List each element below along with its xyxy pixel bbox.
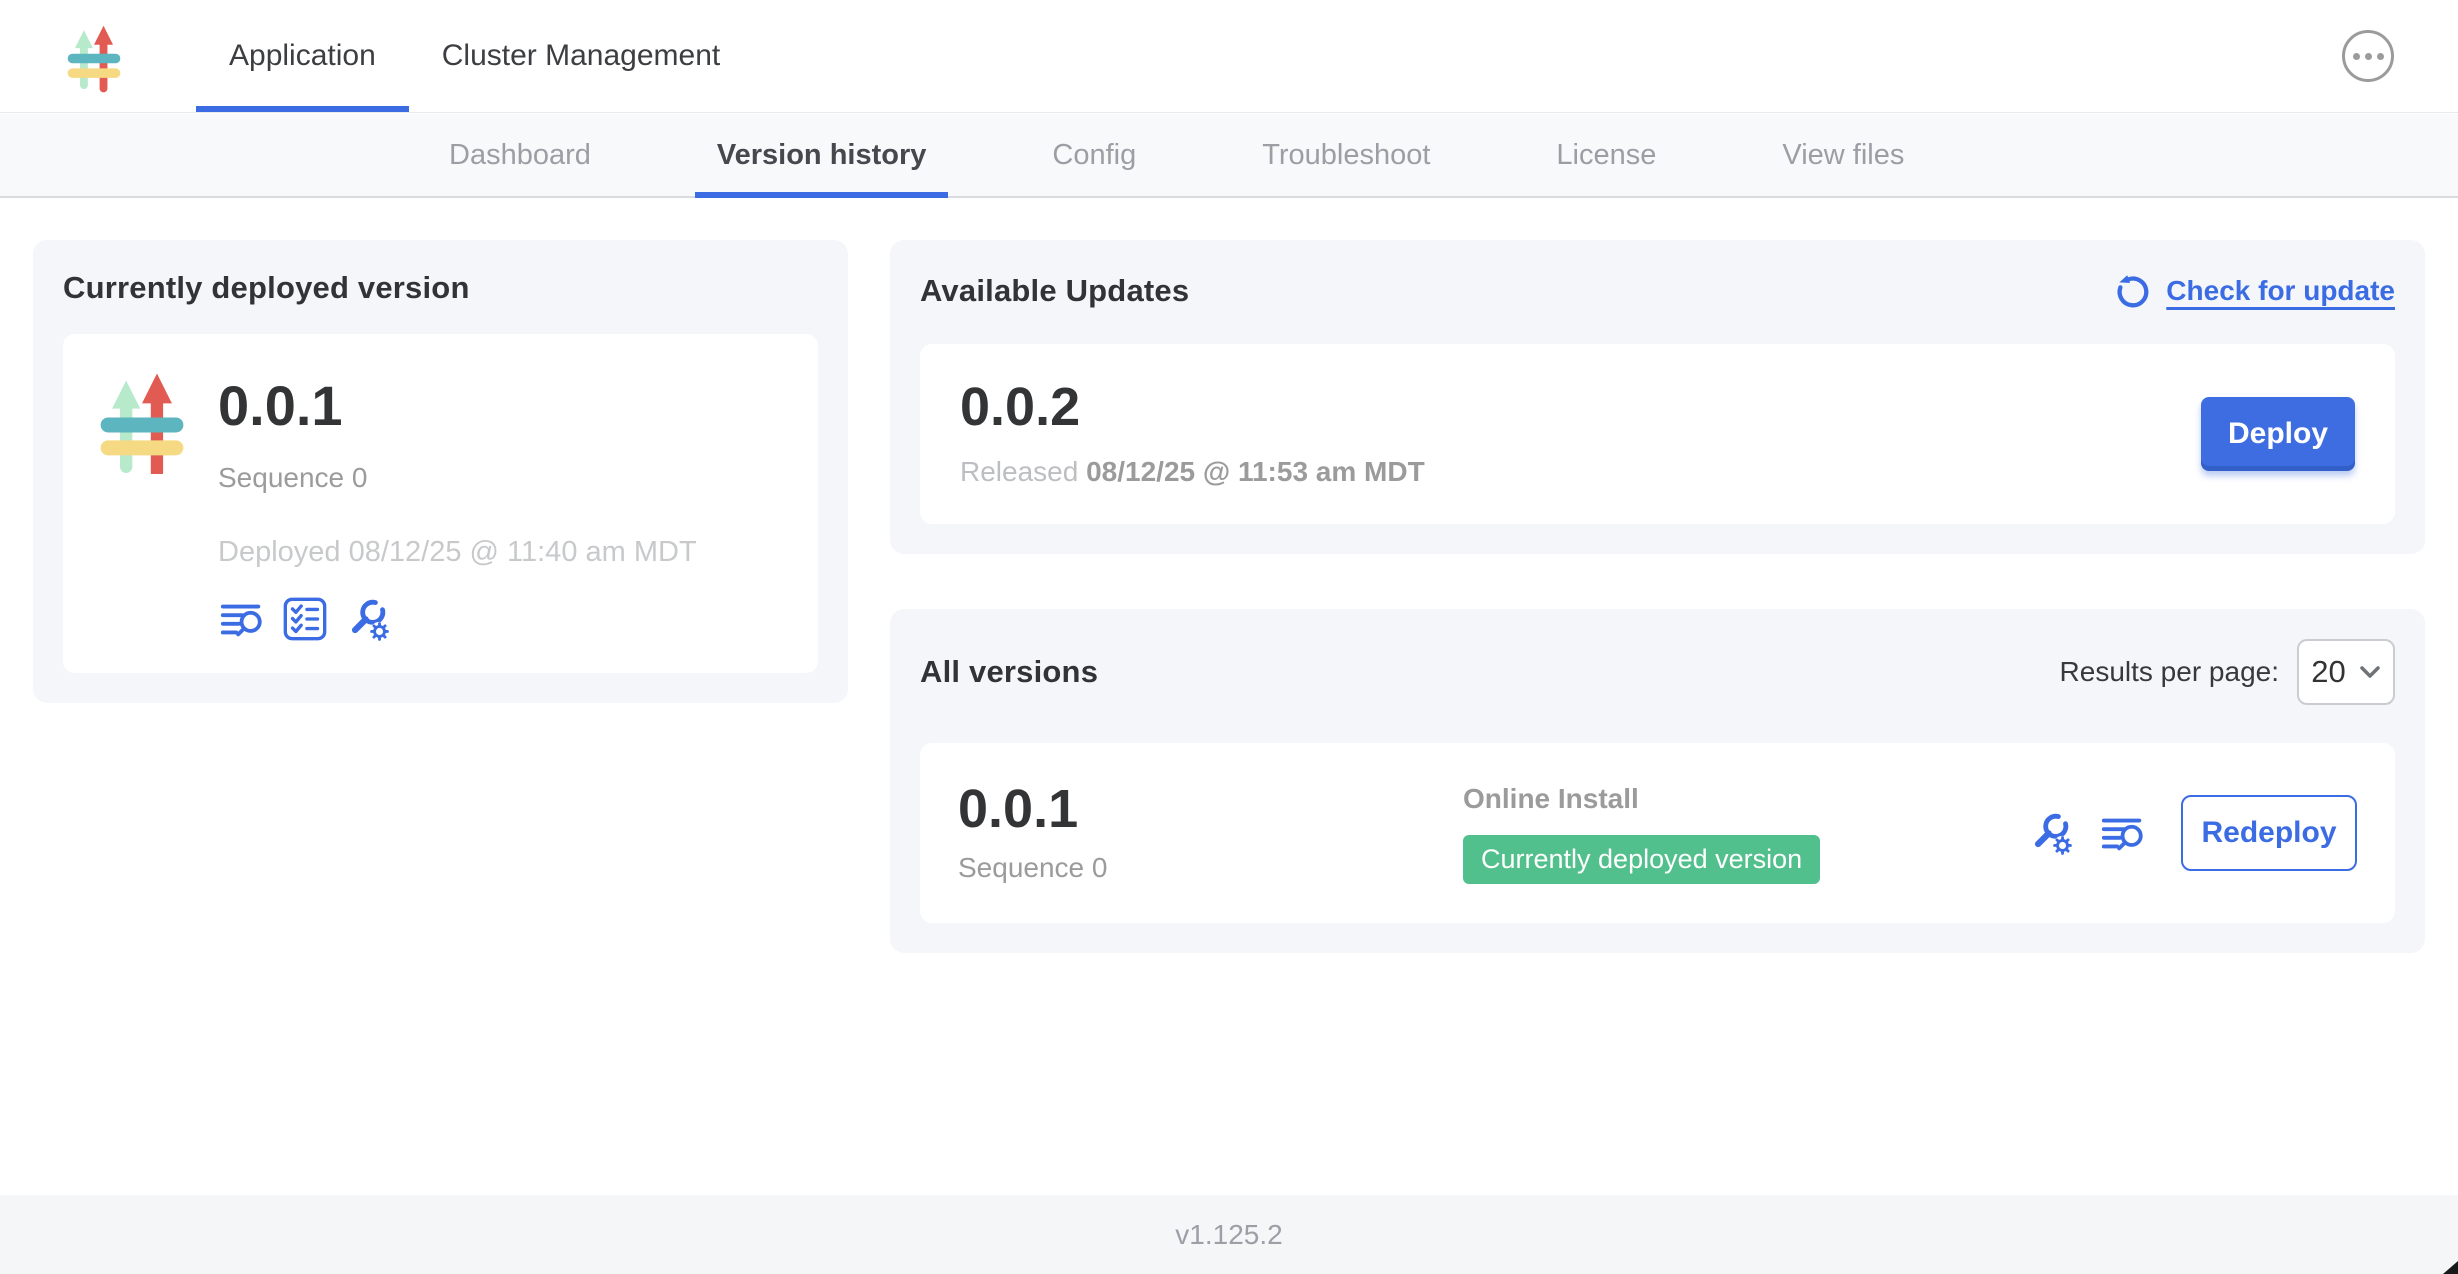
row-view-logs-button[interactable] [2099,809,2147,857]
tab-dashboard[interactable]: Dashboard [427,114,613,196]
version-history-page: Currently deployed version 0.0.1 Sequenc… [0,200,2458,1195]
currently-deployed-card: Currently deployed version 0.0.1 Sequenc… [33,240,848,703]
app-logo-icon [66,18,122,94]
deployed-timestamp: Deployed 08/12/25 @ 11:40 am MDT [218,536,697,569]
ellipsis-icon [2353,53,2360,60]
update-row: 0.0.2 Released 08/12/25 @ 11:53 am MDT D… [920,344,2395,524]
view-logs-button[interactable] [218,595,266,643]
overflow-menu-button[interactable] [2342,30,2394,82]
logs-icon [2099,809,2147,857]
redeploy-button[interactable]: Redeploy [2181,795,2357,871]
deployed-sequence: Sequence 0 [218,462,697,494]
top-nav: Application Cluster Management [196,0,753,112]
wrench-gear-icon [344,595,392,643]
chevron-down-icon [2359,665,2381,679]
tab-license[interactable]: License [1534,114,1678,196]
row-version-number: 0.0.1 [958,782,1463,836]
available-updates-card: Available Updates Check for update 0.0.2… [890,240,2425,554]
console-version: v1.125.2 [1175,1219,1282,1251]
edit-config-button[interactable] [344,595,392,643]
deployed-version-number: 0.0.1 [218,378,697,434]
row-sequence: Sequence 0 [958,852,1463,884]
all-versions-card: All versions Results per page: 20 0.0 [890,609,2425,953]
all-versions-title: All versions [920,654,1098,690]
update-version-number: 0.0.2 [960,380,1425,434]
preflight-checks-button[interactable] [281,595,329,643]
app-subnav: Dashboard Version history Config Trouble… [0,114,2458,198]
tab-view-files[interactable]: View files [1760,114,1926,196]
available-updates-title: Available Updates [920,273,1189,309]
preflight-checklist-icon [281,595,329,643]
app-footer: v1.125.2 [0,1195,2458,1274]
logs-icon [218,595,266,643]
results-per-page-label: Results per page: [2060,656,2279,688]
currently-deployed-badge: Currently deployed version [1463,835,1820,884]
refresh-icon [2112,270,2154,312]
tab-troubleshoot[interactable]: Troubleshoot [1240,114,1452,196]
tab-config[interactable]: Config [1030,114,1158,196]
update-released-timestamp: Released 08/12/25 @ 11:53 am MDT [960,456,1425,488]
check-for-update-link[interactable]: Check for update [2112,270,2395,312]
admin-console: Application Cluster Management Dashboard… [0,0,2458,1274]
deployed-version-panel: 0.0.1 Sequence 0 Deployed 08/12/25 @ 11:… [63,334,818,673]
tab-cluster-management[interactable]: Cluster Management [409,0,753,112]
app-logo-icon [98,368,186,474]
version-row: 0.0.1 Sequence 0 Online Install Currentl… [920,743,2395,923]
tab-application[interactable]: Application [196,0,409,112]
currently-deployed-title: Currently deployed version [63,270,818,306]
tab-version-history[interactable]: Version history [695,114,949,196]
install-type-label: Online Install [1463,783,2027,815]
row-edit-config-button[interactable] [2027,809,2075,857]
wrench-gear-icon [2027,809,2075,857]
results-per-page-select[interactable]: 20 [2297,639,2395,705]
app-header: Application Cluster Management [0,0,2458,113]
deploy-button[interactable]: Deploy [2201,397,2355,471]
